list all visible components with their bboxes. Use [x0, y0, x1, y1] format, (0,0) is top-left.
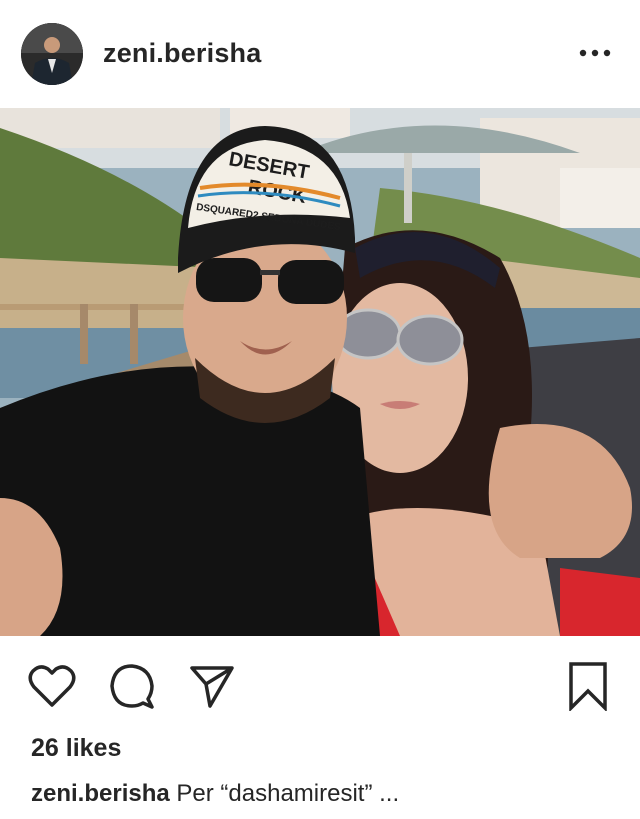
- post-action-bar: [0, 636, 640, 732]
- caption-username[interactable]: zeni.berisha: [31, 780, 170, 807]
- post-caption: zeni.berisha Per “dashamiresit” ...: [31, 780, 399, 808]
- bookmark-icon[interactable]: [562, 660, 614, 712]
- post-username[interactable]: zeni.berisha: [103, 38, 261, 69]
- post-photo[interactable]: DESERT ROCK DSQUARED2 SEDONA DUDES: [0, 108, 640, 636]
- post-header: zeni.berisha: [0, 0, 640, 108]
- comment-icon[interactable]: [106, 660, 158, 712]
- more-options-icon[interactable]: [574, 38, 616, 68]
- profile-avatar[interactable]: [21, 23, 83, 85]
- heart-icon[interactable]: [26, 660, 78, 712]
- send-icon[interactable]: [186, 660, 238, 712]
- likes-count[interactable]: 26 likes: [31, 734, 121, 763]
- caption-text[interactable]: Per “dashamiresit” ...: [176, 780, 399, 807]
